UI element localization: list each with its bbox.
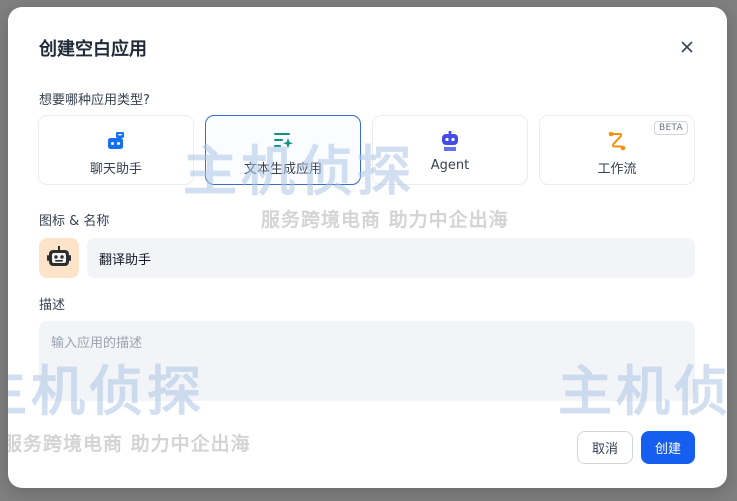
app-type-label: 想要哪种应用类型?	[39, 93, 150, 108]
description-input[interactable]	[39, 321, 695, 401]
watermark-slogan: 服务跨境电商 助力中企出海	[261, 209, 509, 231]
dialog-title: 创建空白应用	[39, 39, 147, 60]
beta-badge: BETA	[653, 121, 688, 135]
chat-bot-icon	[108, 132, 124, 149]
app-type-text-generation[interactable]: 文本生成应用	[205, 115, 361, 185]
create-app-dialog: 创建空白应用 想要哪种应用类型? 聊天助手 文本生成应用 Agent BETA …	[8, 7, 727, 488]
app-type-label-chat: 聊天助手	[89, 162, 142, 177]
watermark-slogan-2: 服务跨境电商 助力中企出海	[8, 433, 251, 455]
app-type-workflow[interactable]: BETA 工作流	[539, 115, 695, 185]
create-button[interactable]: 创建	[641, 431, 695, 464]
description-label: 描述	[39, 298, 66, 313]
app-type-label-workflow: 工作流	[597, 162, 637, 177]
icon-name-label: 图标 & 名称	[39, 214, 110, 229]
app-type-label-agent: Agent	[430, 158, 470, 173]
robot-face-icon	[47, 246, 71, 266]
app-type-selector: 聊天助手 文本生成应用 Agent BETA 工作流	[38, 115, 696, 187]
app-name-input[interactable]	[87, 238, 695, 278]
agent-robot-icon	[442, 131, 458, 151]
close-icon	[681, 41, 693, 53]
text-generate-icon	[274, 133, 293, 149]
workflow-icon	[608, 131, 626, 151]
cancel-button[interactable]: 取消	[577, 431, 633, 464]
app-type-agent[interactable]: Agent	[372, 115, 528, 185]
app-type-chat-assistant[interactable]: 聊天助手	[38, 115, 194, 185]
close-button[interactable]	[676, 36, 698, 58]
app-icon-picker[interactable]	[39, 238, 79, 278]
app-type-label-text: 文本生成应用	[243, 162, 322, 177]
